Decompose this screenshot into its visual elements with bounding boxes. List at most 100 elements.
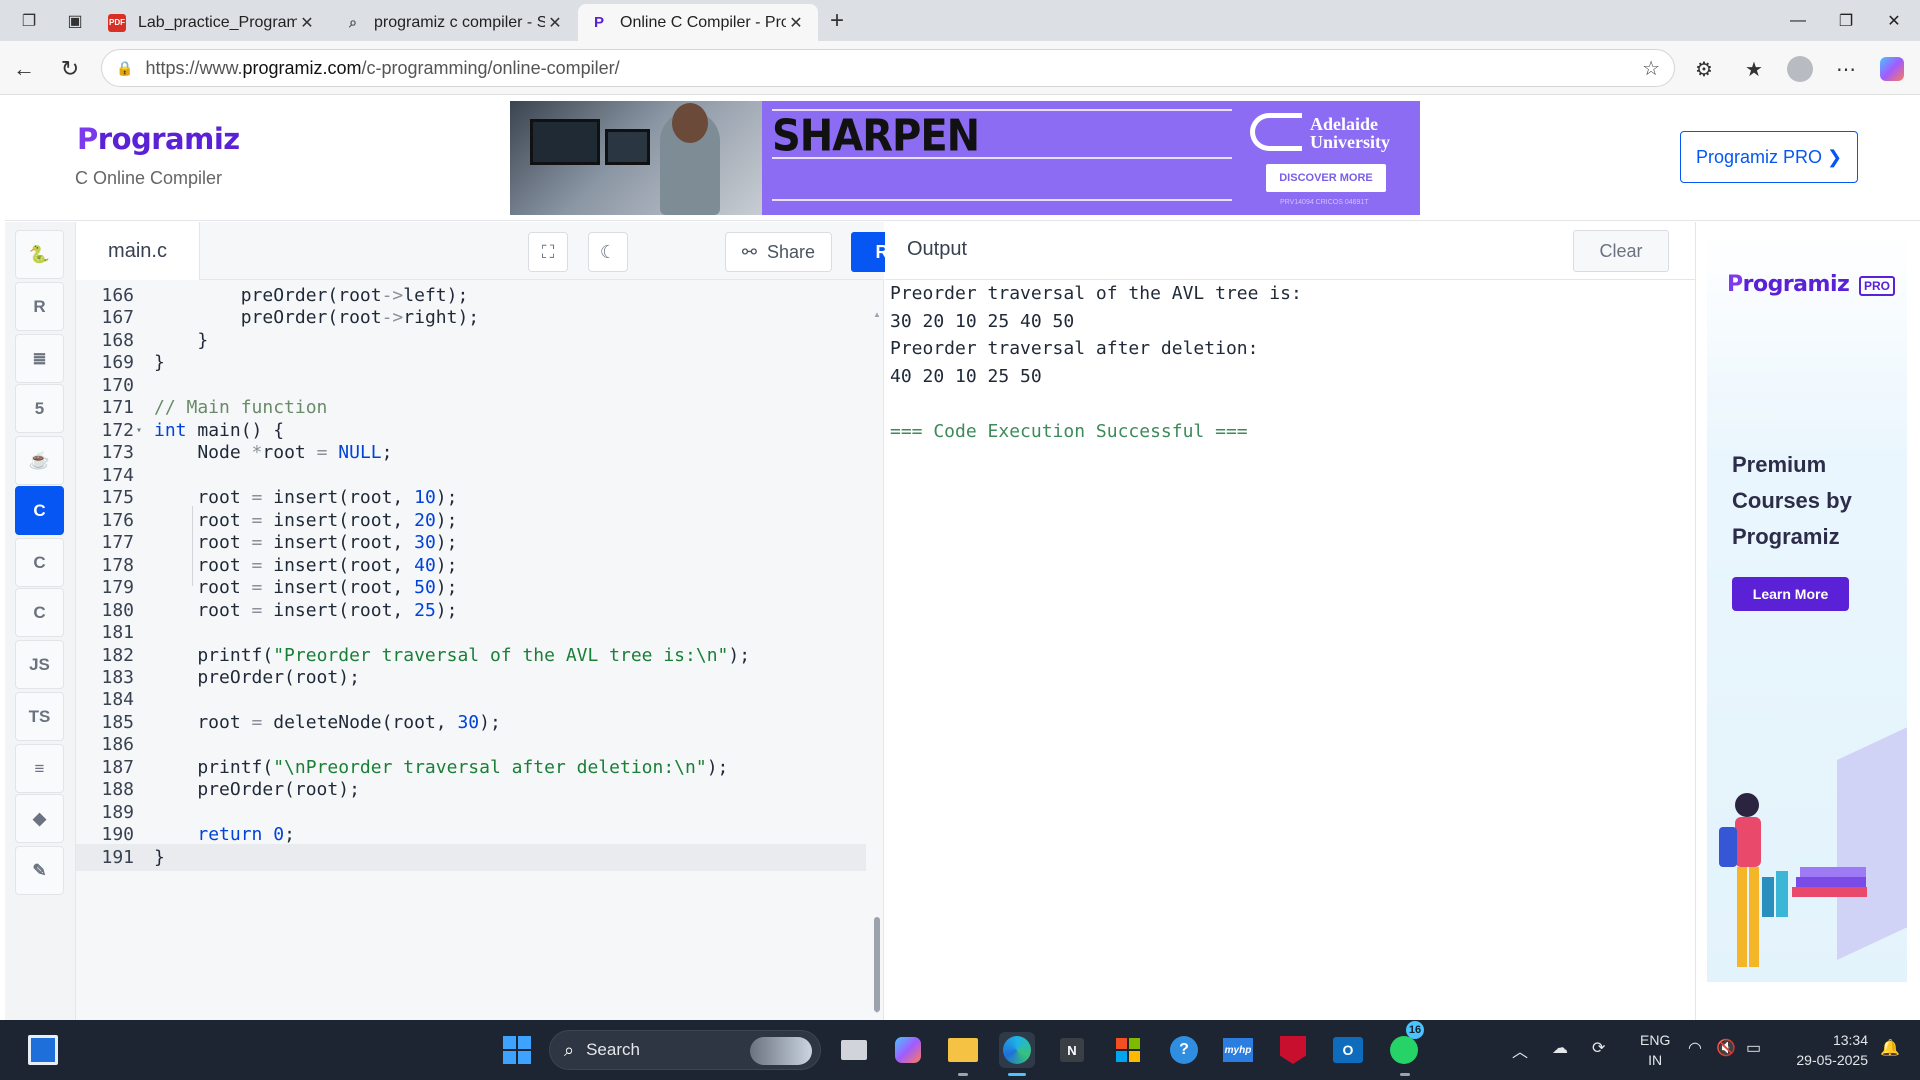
favorite-star-icon[interactable]: ☆: [1642, 56, 1660, 81]
outlook-icon[interactable]: O: [1330, 1032, 1366, 1068]
sql-icon[interactable]: ≣: [15, 334, 64, 383]
c-icon[interactable]: C: [15, 486, 64, 535]
go-icon[interactable]: ≡: [15, 744, 64, 793]
html-icon[interactable]: 5: [15, 384, 64, 433]
taskbar-search-label: Search: [586, 1040, 640, 1059]
workspaces-icon[interactable]: ❐: [16, 8, 42, 34]
code-text: }: [154, 846, 165, 868]
code-line[interactable]: 191}: [76, 843, 866, 872]
language-code: ENG: [1640, 1032, 1671, 1048]
clock-time: 13:34: [1832, 1032, 1868, 1048]
onedrive-icon[interactable]: ☁: [1552, 1038, 1568, 1058]
favorites-icon[interactable]: ★: [1738, 53, 1770, 85]
code-area[interactable]: 166 preOrder(root->left); 167 preOrder(ro…: [76, 282, 876, 1018]
scroll-down-icon[interactable]: ▼: [873, 1006, 881, 1015]
clear-button[interactable]: Clear: [1573, 230, 1669, 272]
side-ad-banner[interactable]: Programiz PRO Premium Courses by Program…: [1707, 232, 1907, 982]
edge-browser-icon[interactable]: [999, 1032, 1035, 1068]
help-icon[interactable]: ?: [1166, 1032, 1202, 1068]
running-indicator: [1400, 1073, 1410, 1076]
taskbar-search[interactable]: ⌕ Search: [549, 1030, 821, 1070]
tab-label: Lab_practice_Programs[1].pdf: [138, 13, 297, 31]
mcafee-icon[interactable]: [1275, 1032, 1311, 1068]
address-bar-row: ← ↻ 🔒 https://www. programiz.com/c-progra…: [0, 41, 1920, 95]
tab-lab-practice-pdf[interactable]: PDF Lab_practice_Programs[1].pdf ✕: [96, 4, 329, 41]
sync-icon[interactable]: ⟳: [1592, 1038, 1605, 1058]
restore-icon[interactable]: ❐: [1822, 6, 1870, 36]
url-field[interactable]: 🔒 https://www. programiz.com/c-programmin…: [101, 49, 1675, 87]
indent-guide: [192, 506, 193, 586]
tab-actions-icon[interactable]: ▣: [62, 8, 88, 34]
rust-icon[interactable]: ✎: [15, 846, 64, 895]
myhp-icon[interactable]: myhp: [1220, 1032, 1256, 1068]
side-ad[interactable]: Programiz PRO Premium Courses by Program…: [1695, 222, 1920, 1020]
editor-scrollbar[interactable]: ▲ ▼: [873, 310, 881, 1018]
refresh-icon[interactable]: ↻: [54, 53, 86, 85]
programiz-logo[interactable]: Programiz: [77, 122, 240, 156]
close-tab-icon[interactable]: ✕: [545, 13, 565, 33]
extensions-icon[interactable]: ⚙: [1688, 53, 1720, 85]
copilot-app-icon[interactable]: [890, 1032, 926, 1068]
site-info-icon[interactable]: 🔒: [116, 60, 133, 77]
active-indicator: [1008, 1073, 1026, 1076]
close-window-icon[interactable]: ✕: [1870, 6, 1918, 36]
close-tab-icon[interactable]: ✕: [786, 13, 806, 33]
widgets-icon[interactable]: [28, 1035, 58, 1065]
start-icon[interactable]: [503, 1036, 531, 1064]
battery-icon[interactable]: ▭: [1746, 1038, 1761, 1058]
person-illustration: [1719, 793, 1761, 967]
clock-date: 29-05-2025: [1796, 1052, 1868, 1068]
output-line: 30 20 10 25 40 50: [890, 310, 1075, 332]
search-icon: ⌕: [564, 1039, 575, 1060]
ad-headline: SHARPEN: [772, 110, 980, 162]
banner-ad[interactable]: SHARPEN Adelaide University DISCOVER MOR…: [510, 101, 1420, 215]
ad-discover-button[interactable]: DISCOVER MORE: [1266, 164, 1386, 192]
cpp-icon[interactable]: C: [15, 538, 64, 587]
notifications-icon[interactable]: 🔔: [1880, 1038, 1900, 1058]
microsoft-store-icon[interactable]: [1110, 1032, 1146, 1068]
notion-icon[interactable]: N: [1054, 1032, 1090, 1068]
profile-avatar[interactable]: [1784, 53, 1816, 85]
scroll-up-icon[interactable]: ▲: [873, 310, 881, 319]
file-explorer-icon[interactable]: [945, 1032, 981, 1068]
region-code: IN: [1648, 1052, 1663, 1068]
wifi-icon[interactable]: ◠: [1688, 1038, 1702, 1058]
new-tab-icon[interactable]: +: [824, 7, 850, 34]
typescript-icon[interactable]: TS: [15, 692, 64, 741]
r-icon[interactable]: R: [15, 282, 64, 331]
learn-more-button[interactable]: Learn More: [1732, 577, 1849, 611]
search-highlight-image: [750, 1037, 812, 1065]
line-number: 191: [101, 846, 134, 868]
language-sidebar: 🐍 R ≣ 5 ☕ C C C JS TS ≡ ◆ ✎: [5, 222, 76, 1020]
python-icon[interactable]: 🐍: [15, 230, 64, 279]
copilot-icon[interactable]: [1876, 53, 1908, 85]
ad-monitor: [530, 119, 600, 165]
share-button[interactable]: ⚯ Share: [725, 232, 832, 272]
side-ad-logo: Programiz: [1727, 272, 1850, 297]
programiz-pro-button[interactable]: Programiz PRO ❯: [1680, 131, 1858, 183]
dark-mode-icon[interactable]: ☾: [588, 232, 628, 272]
java-icon[interactable]: ☕: [15, 436, 64, 485]
scrollbar-thumb[interactable]: [874, 917, 880, 1012]
fullscreen-icon[interactable]: ⛶: [528, 232, 568, 272]
ad-fine-print: PRV14094 CRICOS 04691T: [1280, 199, 1369, 206]
swift-icon[interactable]: ◆: [15, 794, 64, 843]
tab-online-c-compiler[interactable]: P Online C Compiler - Programiz ✕: [578, 4, 818, 41]
whatsapp-badge: 16: [1406, 1021, 1424, 1039]
show-hidden-icons-icon[interactable]: ︿: [1512, 1038, 1528, 1062]
javascript-icon[interactable]: JS: [15, 640, 64, 689]
clock[interactable]: 13:34 29-05-2025: [1786, 1030, 1868, 1070]
csharp-icon[interactable]: C: [15, 588, 64, 637]
task-view-icon[interactable]: [836, 1032, 872, 1068]
volume-muted-icon[interactable]: 🔇: [1716, 1038, 1736, 1058]
close-tab-icon[interactable]: ✕: [297, 13, 317, 33]
back-icon[interactable]: ←: [8, 53, 40, 85]
file-tab-main-c[interactable]: main.c: [76, 222, 200, 280]
more-menu-icon[interactable]: ⋯: [1830, 53, 1862, 85]
language-indicator[interactable]: ENG IN: [1640, 1030, 1670, 1070]
output-header: Output Clear: [885, 222, 1695, 280]
tab-programiz-search[interactable]: ⌕ programiz c compiler - Search ✕: [332, 4, 577, 41]
minimize-icon[interactable]: —: [1774, 6, 1822, 36]
output-panel: Output Clear Preorder traversal of the A…: [885, 222, 1695, 1020]
output-console[interactable]: Preorder traversal of the AVL tree is: 30…: [890, 280, 1680, 446]
